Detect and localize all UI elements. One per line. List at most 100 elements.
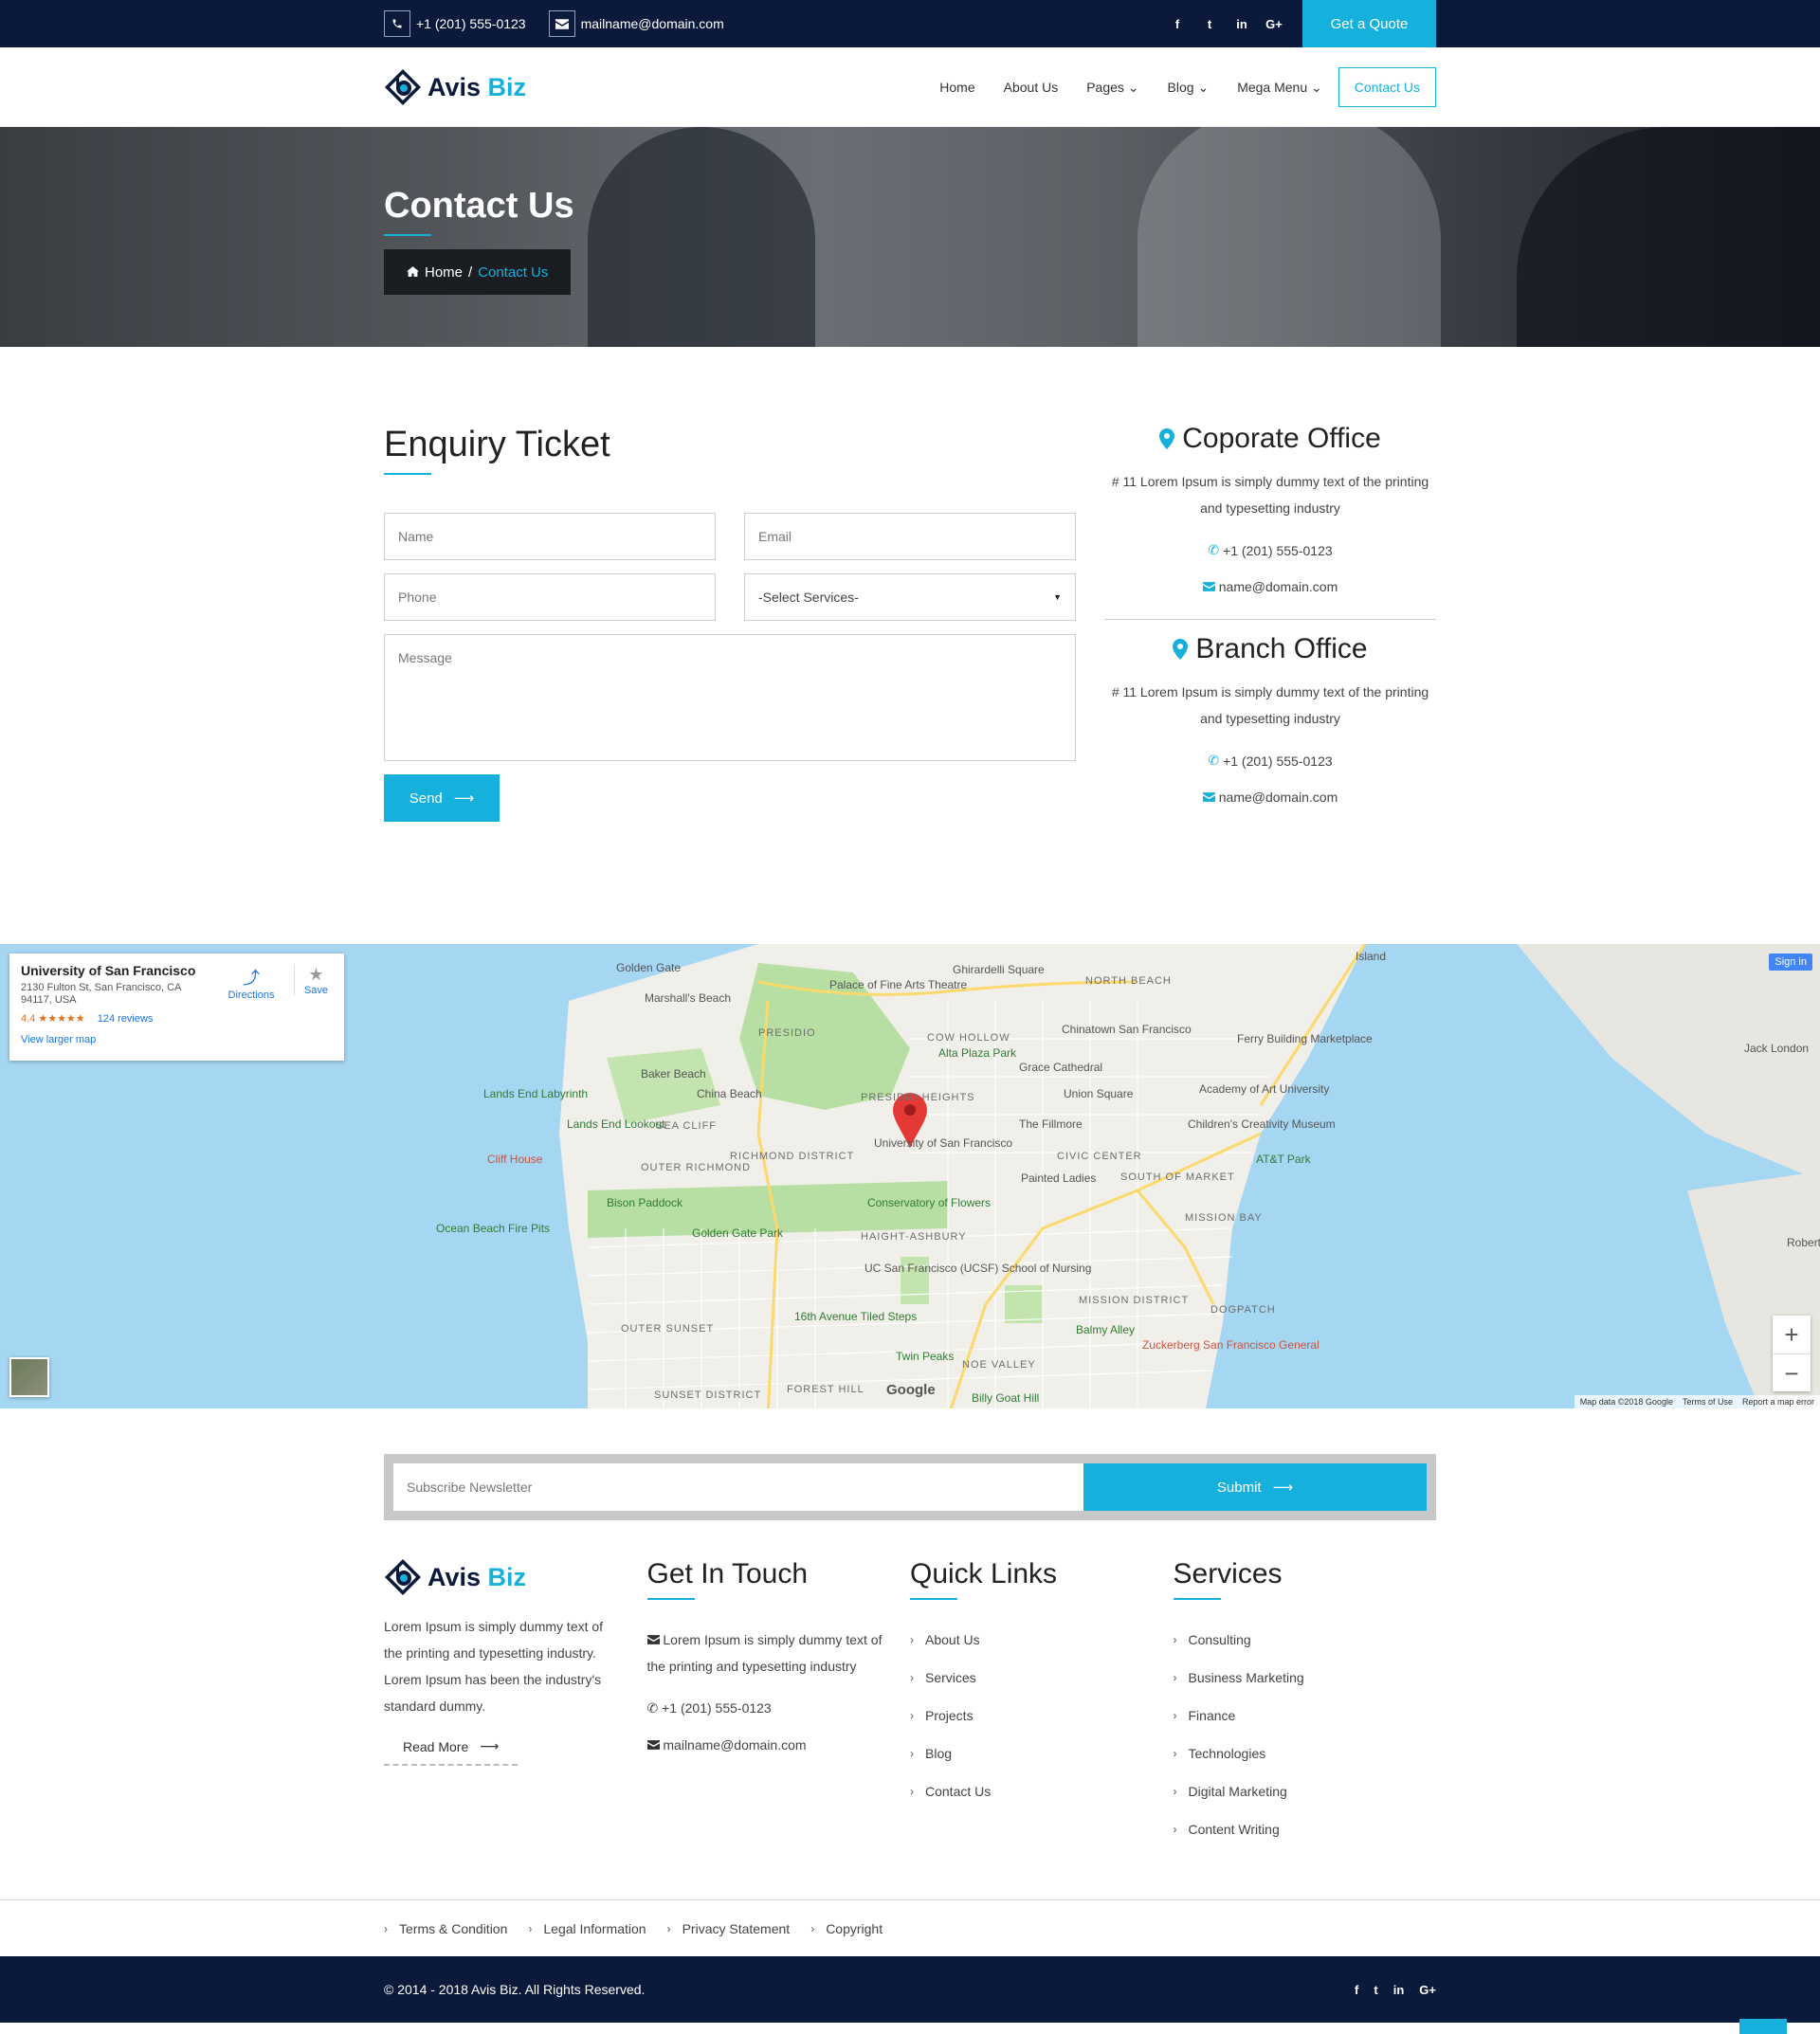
name-input[interactable]: Name: [384, 513, 716, 560]
scroll-to-top-button[interactable]: [1739, 2019, 1787, 2034]
legal-link-privacy[interactable]: › Privacy Statement: [667, 1921, 791, 1936]
breadcrumb-separator: /: [468, 263, 473, 281]
service-label: Consulting: [1188, 1632, 1251, 1647]
nav-menu: Home About Us Pages ⌄ Blog ⌄ Mega Menu ⌄…: [925, 67, 1436, 107]
twitter-icon[interactable]: t: [1200, 17, 1219, 31]
satellite-toggle[interactable]: [9, 1357, 49, 1397]
quick-link-item[interactable]: › Projects: [910, 1697, 1174, 1734]
legal-link-terms[interactable]: › Terms & Condition: [384, 1921, 507, 1936]
topbar-phone-text: +1 (201) 555-0123: [416, 16, 526, 31]
arrow-right-icon: ⟶: [453, 790, 475, 807]
linkedin-icon[interactable]: in: [1393, 1983, 1405, 1997]
service-link-item[interactable]: › Business Marketing: [1174, 1659, 1437, 1697]
map-label: Lands End Lookout: [567, 1117, 665, 1131]
nav-blog[interactable]: Blog ⌄: [1154, 80, 1224, 96]
newsletter-input[interactable]: Subscribe Newsletter: [393, 1463, 1083, 1511]
service-link-item[interactable]: › Finance: [1174, 1697, 1437, 1734]
newsletter-submit-button[interactable]: Submit ⟶: [1083, 1463, 1427, 1511]
get-quote-button[interactable]: Get a Quote: [1302, 0, 1436, 47]
divider: [1104, 619, 1436, 620]
map-label: Conservatory of Flowers: [867, 1196, 992, 1209]
map-label: Palace of Fine Arts Theatre: [829, 978, 968, 991]
map-label: AT&T Park: [1256, 1153, 1311, 1166]
chevron-right-icon: ›: [910, 1747, 914, 1760]
read-more-button[interactable]: Read More ⟶: [384, 1738, 519, 1766]
service-link-item[interactable]: › Consulting: [1174, 1621, 1437, 1659]
map-terms-link[interactable]: Terms of Use: [1683, 1397, 1733, 1407]
legal-link-copyright[interactable]: › Copyright: [810, 1921, 883, 1936]
copyright-bar: © 2014 - 2018 Avis Biz. All Rights Reser…: [0, 1956, 1820, 2034]
chevron-right-icon: ›: [1173, 1785, 1177, 1798]
nav-pages[interactable]: Pages ⌄: [1072, 80, 1153, 96]
map-sign-in-button[interactable]: Sign in: [1769, 953, 1812, 971]
save-place-button[interactable]: ★ Save: [294, 965, 332, 996]
service-label: Finance: [1188, 1708, 1236, 1723]
envelope-icon: [646, 1635, 660, 1644]
zoom-out-button[interactable]: −: [1773, 1353, 1811, 1391]
footer-phone[interactable]: ✆ +1 (201) 555-0123: [647, 1700, 911, 1716]
nav-contact-button[interactable]: Contact Us: [1338, 67, 1436, 107]
map-label: Alta Plaza Park: [938, 1046, 1017, 1060]
phone-input[interactable]: Phone: [384, 573, 716, 621]
email-input[interactable]: Email: [744, 513, 1076, 560]
view-larger-map-link[interactable]: View larger map: [21, 1034, 333, 1045]
legal-link-legal[interactable]: › Legal Information: [528, 1921, 646, 1936]
read-more-label: Read More: [403, 1738, 469, 1754]
map-label: COW HOLLOW: [927, 1032, 1010, 1044]
service-link-item[interactable]: › Technologies: [1174, 1734, 1437, 1772]
services-title: Services: [1173, 1558, 1283, 1589]
location-map[interactable]: University of San Francisco 2130 Fulton …: [0, 944, 1820, 1418]
office-phone[interactable]: ✆ +1 (201) 555-0123: [1104, 753, 1436, 769]
home-icon: [407, 264, 419, 281]
quick-link-item[interactable]: › About Us: [910, 1621, 1174, 1659]
topbar-phone[interactable]: +1 (201) 555-0123: [384, 10, 526, 37]
linkedin-icon[interactable]: in: [1232, 17, 1251, 31]
office-phone[interactable]: ✆ +1 (201) 555-0123: [1104, 542, 1436, 558]
twitter-icon[interactable]: t: [1374, 1983, 1377, 1997]
zoom-in-button[interactable]: +: [1773, 1316, 1811, 1353]
map-label: FOREST HILL: [787, 1384, 864, 1395]
footer-email[interactable]: mailname@domain.com: [646, 1737, 911, 1753]
hero-photo-shape: [1517, 127, 1820, 347]
newsletter-section: Subscribe Newsletter Submit ⟶: [0, 1418, 1820, 1520]
zoom-controls: + −: [1773, 1316, 1811, 1391]
newsletter-form: Subscribe Newsletter Submit ⟶: [384, 1454, 1436, 1520]
map-label: Ghirardelli Square: [953, 963, 1045, 976]
nav-about[interactable]: About Us: [990, 80, 1073, 95]
reviews-link[interactable]: 124 reviews: [98, 1013, 154, 1025]
message-textarea[interactable]: Message: [384, 634, 1076, 761]
quick-link-item[interactable]: › Contact Us: [910, 1772, 1174, 1810]
office-email[interactable]: name@domain.com: [1104, 579, 1436, 594]
office-title-text: Coporate Office: [1182, 423, 1381, 454]
quick-link-label: Contact Us: [925, 1784, 992, 1799]
breadcrumb: Home / Contact Us: [384, 249, 572, 295]
quick-link-item[interactable]: › Services: [910, 1659, 1174, 1697]
service-link-item[interactable]: › Digital Marketing: [1174, 1772, 1437, 1810]
send-button[interactable]: Send ⟶: [384, 774, 500, 822]
service-link-item[interactable]: › Content Writing: [1174, 1810, 1437, 1848]
facebook-icon[interactable]: f: [1355, 1983, 1358, 1997]
google-plus-icon[interactable]: G+: [1265, 17, 1283, 31]
main-navbar: Avis Biz Home About Us Pages ⌄ Blog ⌄ Me…: [0, 47, 1820, 127]
footer-logo[interactable]: Avis Biz: [384, 1558, 647, 1596]
footer-email-text: mailname@domain.com: [663, 1737, 807, 1753]
office-email[interactable]: name@domain.com: [1104, 790, 1436, 805]
nav-mega-menu[interactable]: Mega Menu ⌄: [1223, 80, 1337, 96]
map-label: OUTER SUNSET: [621, 1323, 715, 1335]
directions-button[interactable]: ⤴ Directions: [223, 965, 280, 1001]
services-select[interactable]: -Select Services- ▼: [744, 573, 1076, 621]
footer-about-text: Lorem Ipsum is simply dummy text of the …: [384, 1619, 604, 1714]
branch-office: Branch Office # 11 Lorem Ipsum is simply…: [1104, 633, 1436, 805]
topbar-email[interactable]: mailname@domain.com: [548, 10, 724, 37]
chevron-right-icon: ›: [666, 1922, 671, 1935]
site-logo[interactable]: Avis Biz: [384, 68, 526, 106]
quick-link-item[interactable]: › Blog: [910, 1734, 1174, 1772]
map-label: UC San Francisco (UCSF) School of Nursin…: [864, 1262, 1092, 1275]
google-plus-icon[interactable]: G+: [1419, 1983, 1436, 1997]
map-label: Ocean Beach Fire Pits: [436, 1222, 551, 1235]
map-report-link[interactable]: Report a map error: [1742, 1397, 1814, 1407]
nav-home[interactable]: Home: [925, 80, 989, 95]
facebook-icon[interactable]: f: [1168, 17, 1187, 31]
map-label: Grace Cathedral: [1019, 1061, 1103, 1074]
breadcrumb-home[interactable]: Home: [425, 264, 463, 281]
